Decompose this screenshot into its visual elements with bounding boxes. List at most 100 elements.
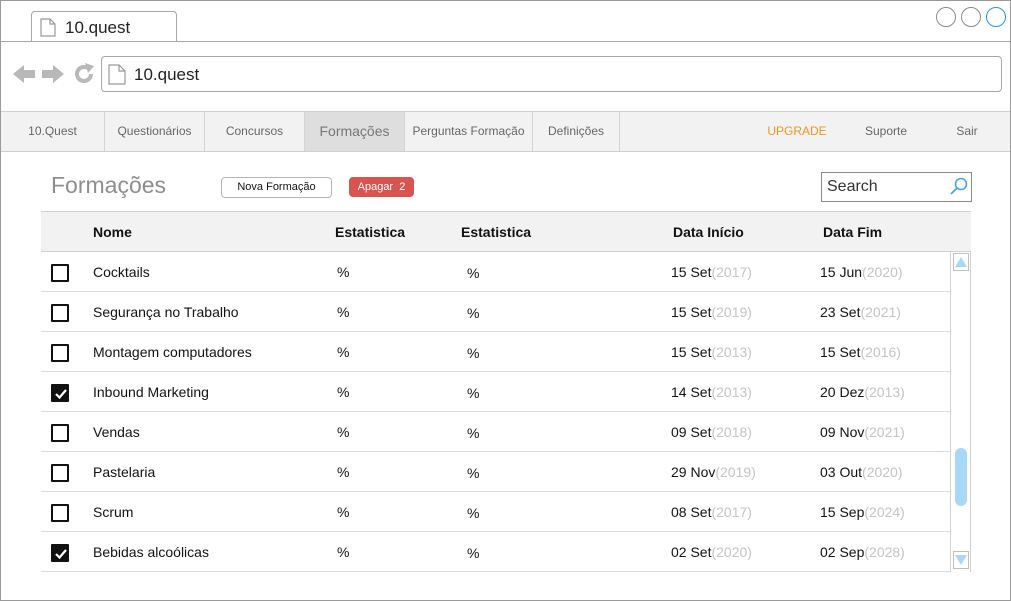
row-stat2: % xyxy=(467,425,480,441)
address-bar[interactable] xyxy=(101,56,1002,92)
row-stat1: % xyxy=(337,304,350,320)
scroll-up-button[interactable] xyxy=(953,253,969,271)
row-name: Bebidas alcoólicas xyxy=(93,544,209,560)
start-day-month: 29 Nov xyxy=(671,464,716,480)
menu-item-definicoes[interactable]: Definições xyxy=(533,112,620,151)
end-year: (2021) xyxy=(864,424,905,440)
search-box[interactable] xyxy=(821,172,972,202)
logout-link[interactable]: Sair xyxy=(941,112,993,151)
row-start-date: 08 Set(2017) xyxy=(671,492,752,532)
search-input[interactable] xyxy=(827,178,942,196)
end-day-month: 15 Set xyxy=(820,344,861,360)
tab-divider xyxy=(1,41,1010,42)
row-checkbox[interactable] xyxy=(51,544,69,562)
table-row[interactable]: Bebidas alcoólicas%% 02 Set(2020) 02 Sep(2… xyxy=(41,532,950,572)
row-stat1: % xyxy=(337,384,350,400)
start-year: (2013) xyxy=(711,344,752,360)
row-start-date: 02 Set(2020) xyxy=(671,532,752,572)
row-name: Montagem computadores xyxy=(93,344,252,360)
row-checkbox[interactable] xyxy=(51,344,69,362)
header-start-date[interactable]: Data Início xyxy=(673,212,744,252)
reload-icon[interactable] xyxy=(72,62,96,91)
delete-button-label: Apagar xyxy=(357,181,394,193)
header-name[interactable]: Nome xyxy=(93,212,132,252)
row-checkbox[interactable] xyxy=(51,424,69,442)
start-year: (2018) xyxy=(711,424,752,440)
forward-arrow-icon[interactable] xyxy=(41,62,65,91)
row-stat2: % xyxy=(467,265,480,281)
row-checkbox[interactable] xyxy=(51,384,69,402)
url-input[interactable] xyxy=(134,65,974,85)
end-day-month: 03 Out xyxy=(820,464,863,480)
end-year: (2021) xyxy=(860,304,901,320)
menu-item-formacoes[interactable]: Formações xyxy=(305,112,405,151)
row-start-date: 09 Set(2018) xyxy=(671,412,752,452)
header-end-date[interactable]: Data Fim xyxy=(823,212,882,252)
row-stat1: % xyxy=(337,424,350,440)
upgrade-link[interactable]: UPGRADE xyxy=(757,112,837,151)
row-stat2: % xyxy=(467,545,480,561)
table-row[interactable]: Segurança no Trabalho%% 15 Set(2019) 23 Se… xyxy=(41,292,950,332)
start-day-month: 14 Set xyxy=(671,384,712,400)
row-stat2: % xyxy=(467,305,480,321)
end-year: (2020) xyxy=(862,264,903,280)
row-stat2: % xyxy=(467,385,480,401)
menu-item-questionarios[interactable]: Questionários xyxy=(105,112,205,151)
table-row[interactable]: Scrum%% 08 Set(2017) 15 Sep(2024) xyxy=(41,492,950,532)
table-row[interactable]: Inbound Marketing%% 14 Set(2013) 20 Dez(20… xyxy=(41,372,950,412)
row-checkbox[interactable] xyxy=(51,304,69,322)
menu-item-concursos[interactable]: Concursos xyxy=(205,112,305,151)
row-name: Segurança no Trabalho xyxy=(93,304,239,320)
browser-tab[interactable]: 10.quest xyxy=(31,11,177,42)
table-header: Nome Estatistica Estatistica Data Início… xyxy=(41,211,971,252)
row-end-date: 02 Sep(2028) xyxy=(820,532,905,572)
tab-title: 10.quest xyxy=(65,18,131,37)
row-checkbox[interactable] xyxy=(51,264,69,282)
page-icon xyxy=(40,18,56,42)
row-start-date: 14 Set(2013) xyxy=(671,372,752,412)
menu-item-perguntas-formacao[interactable]: Perguntas Formação xyxy=(405,112,533,151)
table-row[interactable]: Vendas%% 09 Set(2018) 09 Nov(2021) xyxy=(41,412,950,452)
scrollbar[interactable] xyxy=(950,252,971,572)
start-day-month: 15 Set xyxy=(671,264,712,280)
start-day-month: 15 Set xyxy=(671,344,712,360)
end-year: (2013) xyxy=(864,384,905,400)
row-stat1: % xyxy=(337,344,350,360)
delete-count: 2 xyxy=(399,181,406,193)
start-day-month: 08 Set xyxy=(671,504,712,520)
row-name: Scrum xyxy=(93,504,134,520)
new-formation-button[interactable]: Nova Formação xyxy=(221,177,332,198)
row-name: Cocktails xyxy=(93,264,150,280)
start-day-month: 02 Set xyxy=(671,544,712,560)
scroll-down-button[interactable] xyxy=(953,551,969,569)
table-row[interactable]: Pastelaria%% 29 Nov(2019) 03 Out(2020) xyxy=(41,452,950,492)
table-row[interactable]: Cocktails%% 15 Set(2017) 15 Jun(2020) xyxy=(41,252,950,292)
window-button-circle[interactable] xyxy=(936,7,956,27)
end-day-month: 09 Nov xyxy=(820,424,865,440)
row-checkbox[interactable] xyxy=(51,504,69,522)
window-button-circle[interactable] xyxy=(961,7,981,27)
menu-item-10quest[interactable]: 10.Quest xyxy=(1,112,105,151)
row-name: Vendas xyxy=(93,424,140,440)
row-stat1: % xyxy=(337,544,350,560)
end-day-month: 20 Dez xyxy=(820,384,865,400)
back-arrow-icon[interactable] xyxy=(12,62,36,91)
table-row[interactable]: Montagem computadores%% 15 Set(2013) 15 Se… xyxy=(41,332,950,372)
row-start-date: 15 Set(2013) xyxy=(671,332,752,372)
search-icon[interactable] xyxy=(949,176,969,201)
start-year: (2020) xyxy=(711,544,752,560)
row-stat1: % xyxy=(337,504,350,520)
window-button-circle[interactable] xyxy=(986,7,1006,27)
delete-button[interactable]: Apagar 2 xyxy=(349,177,414,197)
row-start-date: 15 Set(2017) xyxy=(671,252,752,292)
scroll-thumb[interactable] xyxy=(955,448,967,506)
row-end-date: 23 Set(2021) xyxy=(820,292,901,332)
support-link[interactable]: Suporte xyxy=(851,112,921,151)
header-stat2[interactable]: Estatistica xyxy=(461,212,531,252)
end-day-month: 15 Sep xyxy=(820,504,865,520)
row-checkbox[interactable] xyxy=(51,464,69,482)
header-stat1[interactable]: Estatistica xyxy=(335,212,405,252)
table-body: Cocktails%% 15 Set(2017) 15 Jun(2020) Segur… xyxy=(41,252,950,572)
row-stat1: % xyxy=(337,264,350,280)
row-stat2: % xyxy=(467,465,480,481)
